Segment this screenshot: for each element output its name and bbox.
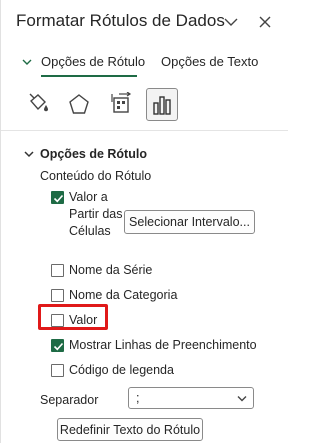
separator-label: Separador xyxy=(40,393,99,407)
tab-text-options[interactable]: Opções de Texto xyxy=(161,54,258,69)
format-data-labels-pane: Formatar Rótulos de Dados Opções de Rótu… xyxy=(0,0,288,443)
label-contains-heading: Conteúdo do Rótulo xyxy=(40,169,152,183)
legend-key-checkbox[interactable] xyxy=(51,364,64,377)
active-tab-indicator xyxy=(41,75,137,77)
tab-label-options[interactable]: Opções de Rótulo xyxy=(41,54,145,69)
section-collapse-chevron-icon[interactable] xyxy=(24,150,34,158)
value-checkbox[interactable] xyxy=(51,314,64,327)
legend-key-label[interactable]: Código de legenda xyxy=(69,362,174,379)
pane-title: Formatar Rótulos de Dados xyxy=(16,11,225,30)
leader-lines-checkbox[interactable] xyxy=(51,339,64,352)
divider xyxy=(1,130,288,131)
size-properties-icon[interactable] xyxy=(106,88,136,120)
value-label[interactable]: Valor xyxy=(69,312,97,329)
category-name-checkbox[interactable] xyxy=(51,289,64,302)
select-range-button[interactable]: Selecionar Intervalo... xyxy=(124,210,255,234)
label-options-bar-chart-icon[interactable] xyxy=(146,88,178,121)
section-title[interactable]: Opções de Rótulo xyxy=(40,147,147,161)
leader-lines-label[interactable]: Mostrar Linhas de Preenchimento xyxy=(69,337,257,354)
separator-value: ; xyxy=(136,391,140,405)
category-name-label[interactable]: Nome da Categoria xyxy=(69,287,177,304)
fill-line-icon[interactable] xyxy=(23,88,53,120)
chevron-down-icon[interactable] xyxy=(223,14,239,30)
series-name-checkbox[interactable] xyxy=(51,264,64,277)
close-icon[interactable] xyxy=(257,14,273,30)
effects-pentagon-icon[interactable] xyxy=(64,88,94,120)
series-name-label[interactable]: Nome da Série xyxy=(69,262,152,279)
reset-label-text-button[interactable]: Redefinir Texto do Rótulo xyxy=(57,418,203,441)
value-from-cells-label[interactable]: Valor a Partir das Células xyxy=(69,189,129,240)
separator-select[interactable]: ; xyxy=(128,387,254,409)
value-from-cells-checkbox[interactable] xyxy=(51,191,64,204)
chevron-down-icon xyxy=(237,395,247,402)
tab-chevron-icon[interactable] xyxy=(22,58,32,66)
